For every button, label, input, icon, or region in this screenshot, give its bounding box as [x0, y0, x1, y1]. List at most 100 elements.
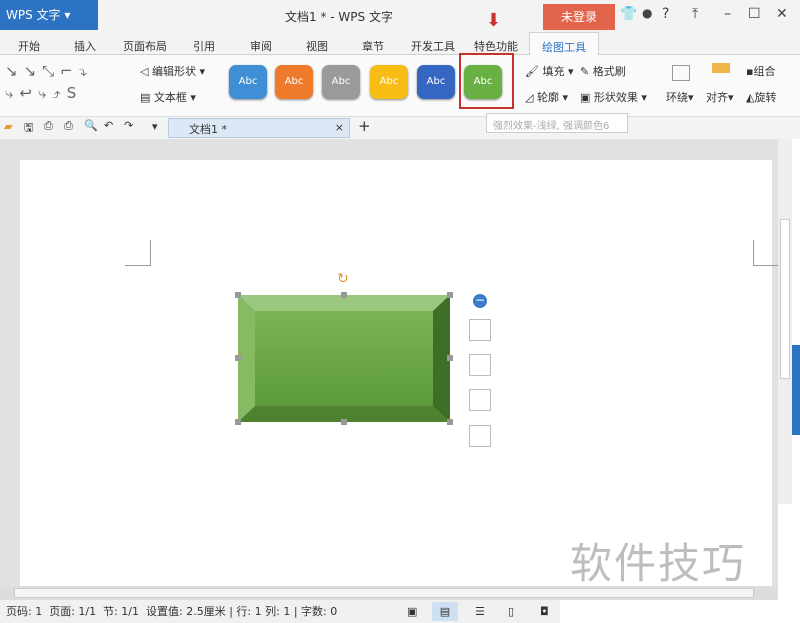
redo-icon[interactable]: ↷	[124, 119, 133, 132]
export-icon[interactable]: ⎙	[44, 119, 53, 133]
ribbon-tabs: 开始 插入 页面布局 引用 审阅 视图 章节 开发工具 特色功能 绘图工具	[0, 30, 800, 61]
rotate-label: 旋转	[754, 91, 777, 104]
tab-layout[interactable]: 页面布局	[123, 38, 167, 54]
watermark: 软件技巧	[570, 539, 747, 588]
dropdown-icon[interactable]: ▾	[152, 120, 158, 133]
resize-handle[interactable]	[235, 355, 241, 361]
help-button[interactable]: ?	[662, 6, 669, 22]
tab-insert[interactable]: 插入	[74, 38, 96, 54]
fill-label: 填充	[542, 65, 565, 78]
vertical-scrollbar[interactable]	[778, 139, 792, 504]
margin-mark	[753, 240, 779, 266]
status-section: 节: 1/1	[103, 605, 140, 618]
save-icon[interactable]: 🖫	[24, 119, 33, 138]
shape-style-yellow[interactable]: Abc	[370, 65, 408, 99]
resize-handle[interactable]	[447, 355, 453, 361]
scroll-thumb[interactable]	[780, 219, 790, 379]
tab-features[interactable]: 特色功能	[474, 38, 518, 54]
tab-developer[interactable]: 开发工具	[411, 38, 455, 54]
login-button[interactable]: 未登录	[543, 4, 615, 30]
side-panel-toggle[interactable]	[792, 345, 800, 435]
resize-handle[interactable]	[447, 419, 453, 425]
status-pages: 页面: 1/1	[49, 605, 97, 618]
arrow-down-icon: ⬇	[486, 10, 502, 31]
preview-icon[interactable]: 🔍	[84, 119, 98, 132]
skin-icon[interactable]: 👕	[620, 6, 637, 22]
connector-gallery[interactable]: ↘↘⤡⌐⤵ ⤷↩⤷⤴S	[5, 60, 123, 108]
layout-option-icon[interactable]	[469, 319, 491, 341]
fullscreen-icon[interactable]: ▣	[407, 600, 417, 623]
wrap-button[interactable]: 环绕▾	[666, 89, 694, 105]
status-col: 列: 1	[265, 605, 291, 618]
undo-icon[interactable]: ↶	[104, 119, 113, 132]
tab-review[interactable]: 审阅	[250, 38, 272, 54]
status-words: 字数: 0	[301, 605, 338, 618]
format-painter-label: 格式刷	[592, 65, 626, 78]
rotate-handle-icon[interactable]: ↻	[337, 271, 349, 287]
page-view-icon[interactable]: ▤	[432, 602, 458, 621]
close-button[interactable]: ✕	[776, 6, 788, 22]
resize-handle[interactable]	[341, 292, 347, 298]
shape-style-gray[interactable]: Abc	[322, 65, 360, 99]
status-page-num: 页码: 1	[6, 605, 43, 618]
outline-button[interactable]: ◿ 轮廓 ▾	[525, 89, 568, 105]
tab-view[interactable]: 视图	[306, 38, 328, 54]
app-name: WPS 文字	[6, 8, 61, 22]
align-button[interactable]: 对齐▾	[706, 89, 734, 105]
align-icon	[712, 63, 730, 73]
shape-effect-label: 形状效果	[593, 91, 638, 104]
resize-handle[interactable]	[235, 292, 241, 298]
quick-access-bar: ▰ 🖫 ⎙ ⎙ 🔍 ↶ ↷ ▾ +	[0, 117, 800, 139]
bevel-shape[interactable]	[238, 295, 450, 422]
title-bar: WPS 文字 ▾ 文档1 * - WPS 文字 未登录 👕 ● ? ⤒ – ☐ …	[0, 0, 800, 30]
document-tab-label: 文档1 *	[189, 123, 227, 136]
rotate-button[interactable]: ◭旋转	[746, 89, 776, 105]
window-title: 文档1 * - WPS 文字	[285, 10, 393, 24]
tooltip: 强烈效果-浅绿, 强调颜色6	[486, 113, 628, 133]
group-button[interactable]: ▪组合	[746, 63, 775, 79]
status-row: 行: 1	[236, 605, 262, 618]
highlight-box	[459, 53, 514, 109]
margin-mark	[125, 240, 151, 266]
resize-handle[interactable]	[341, 419, 347, 425]
close-tab-icon[interactable]: ×	[335, 121, 344, 134]
upload-icon[interactable]: ⤒	[692, 6, 698, 22]
wrap-icon	[672, 65, 690, 81]
shape-effect-button[interactable]: ▣ 形状效果 ▾	[580, 89, 647, 105]
fill-button[interactable]: 🖌 填充 ▾	[525, 63, 574, 79]
wrap-label: 环绕	[666, 91, 688, 104]
collapse-icon[interactable]: −	[473, 294, 487, 308]
text-box-button[interactable]: ▤ 文本框 ▾	[140, 89, 196, 105]
minimize-button[interactable]: –	[724, 6, 731, 22]
chat-icon[interactable]: ●	[642, 6, 652, 20]
edit-shape-button[interactable]: ◁ 编辑形状 ▾	[140, 63, 205, 79]
resize-handle[interactable]	[447, 292, 453, 298]
shape-style-darkblue[interactable]: Abc	[417, 65, 455, 99]
tab-chapter[interactable]: 章节	[362, 38, 384, 54]
new-tab-button[interactable]: +	[358, 117, 371, 135]
group-label: 组合	[753, 65, 776, 78]
bevel-face	[255, 311, 433, 406]
fill-icon[interactable]	[469, 389, 491, 411]
shape-style-orange[interactable]: Abc	[275, 65, 313, 99]
app-menu-button[interactable]: WPS 文字 ▾	[0, 0, 98, 30]
open-icon[interactable]: ▰	[4, 120, 12, 133]
align-label: 对齐	[706, 91, 728, 104]
ribbon: ↘↘⤡⌐⤵ ⤷↩⤷⤴S ◁ 编辑形状 ▾ ▤ 文本框 ▾ Abc Abc Abc …	[0, 55, 800, 117]
outline-view-icon[interactable]: ☰	[475, 600, 485, 623]
outline-label: 轮廓	[536, 91, 559, 104]
format-painter-button[interactable]: ✎ 格式刷	[580, 63, 626, 79]
tab-reference[interactable]: 引用	[193, 38, 215, 54]
reading-view-icon[interactable]: ◘	[540, 600, 549, 623]
outline-icon[interactable]	[469, 425, 491, 447]
shape-edit-icon[interactable]	[469, 354, 491, 376]
maximize-button[interactable]: ☐	[748, 6, 761, 22]
print-icon[interactable]: ⎙	[64, 119, 73, 133]
web-view-icon[interactable]: ▯	[508, 600, 514, 623]
shape-style-blue[interactable]: Abc	[229, 65, 267, 99]
tab-start[interactable]: 开始	[18, 38, 40, 54]
status-setting: 设置值: 2.5厘米	[146, 605, 226, 618]
resize-handle[interactable]	[235, 419, 241, 425]
document-tab[interactable]: 文档1 * ×	[168, 118, 350, 138]
edit-shape-label: 编辑形状	[151, 65, 196, 78]
